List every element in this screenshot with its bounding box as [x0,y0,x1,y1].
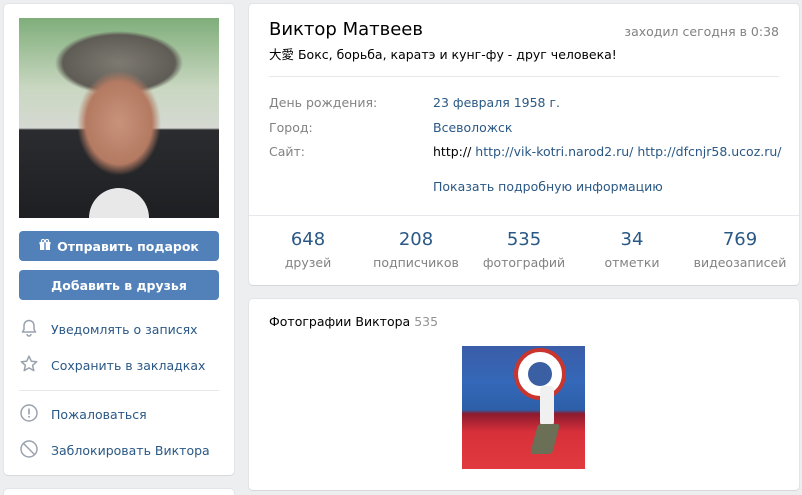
site-link-1[interactable]: http://vik-kotri.narod2.ru/ [475,144,633,159]
header-divider [269,76,779,77]
photo-thumbnail[interactable] [462,346,585,469]
counter-tags[interactable]: 34 отметки [578,229,686,279]
counter-videos-number: 769 [722,229,758,250]
photo-figure-legs [529,424,561,454]
page-title: Виктор Матвеев [269,19,423,40]
bell-icon [19,318,39,341]
photos-title: Фотографии Виктора [269,314,411,329]
counter-followers-label: подписчиков [373,255,459,270]
counters-divider [249,215,799,216]
profile-info-card: Виктор Матвеев заходил сегодня в 0:38 大愛… [249,4,799,285]
profile-counters: 648 друзей 208 подписчиков 535 фотографи… [249,229,799,279]
avatar-shirt [89,188,149,218]
site-prefix: http:// [433,144,472,159]
block-icon [19,439,39,462]
show-more-info-link[interactable]: Показать подробную информацию [433,179,663,194]
counter-tags-label: отметки [604,255,660,270]
counter-followers-number: 208 [398,229,434,250]
site-link-2[interactable]: http://dfcnjr58.ucoz.ru/ [637,144,781,159]
report-item[interactable]: Пожаловаться [19,399,219,429]
sidebar-next-card [4,489,234,495]
send-gift-label: Отправить подарок [57,238,199,254]
counter-friends-label: друзей [284,255,332,270]
bookmark-label: Сохранить в закладках [51,357,206,373]
counter-friends[interactable]: 648 друзей [254,229,362,279]
counter-photos[interactable]: 535 фотографий [470,229,578,279]
photos-card: Фотографии Виктора 535 [249,299,799,490]
city-link[interactable]: Всеволожск [433,120,512,135]
counter-photos-number: 535 [506,229,542,250]
profile-avatar[interactable] [19,18,219,218]
report-icon [19,403,39,426]
menu-divider [19,390,219,391]
site-value: http:// http://vik-kotri.narod2.ru/ http… [433,144,782,159]
counter-photos-label: фотографий [482,255,566,270]
block-user-label: Заблокировать Виктора [51,442,210,458]
birthday-label: День рождения: [269,95,378,110]
notify-posts-label: Уведомлять о записях [51,321,198,337]
notify-posts-item[interactable]: Уведомлять о записях [19,314,219,344]
birthday-link[interactable]: 23 февраля 1958 г. [433,95,560,110]
star-icon [19,354,39,377]
profile-status-text: 大愛 Бокс, борьба, каратэ и кунг-фу - друг… [269,47,617,62]
add-friend-button[interactable]: Добавить в друзья [19,270,219,300]
profile-sidebar: Отправить подарок Добавить в друзья Увед… [4,4,234,475]
site-label: Сайт: [269,144,306,159]
photos-count: 535 [414,314,439,329]
photos-header[interactable]: Фотографии Виктора 535 [269,314,438,329]
block-user-item[interactable]: Заблокировать Виктора [19,435,219,465]
last-seen-status: заходил сегодня в 0:38 [624,24,779,39]
send-gift-button[interactable]: Отправить подарок [19,231,219,261]
gift-icon [39,238,51,254]
photo-figure [540,386,554,426]
counter-tags-number: 34 [620,229,644,250]
counter-videos[interactable]: 769 видеозаписей [686,229,794,279]
city-label: Город: [269,120,313,135]
counter-friends-number: 648 [290,229,326,250]
counter-followers[interactable]: 208 подписчиков [362,229,470,279]
bookmark-item[interactable]: Сохранить в закладках [19,350,219,380]
counter-videos-label: видеозаписей [693,255,787,270]
report-label: Пожаловаться [51,406,147,422]
